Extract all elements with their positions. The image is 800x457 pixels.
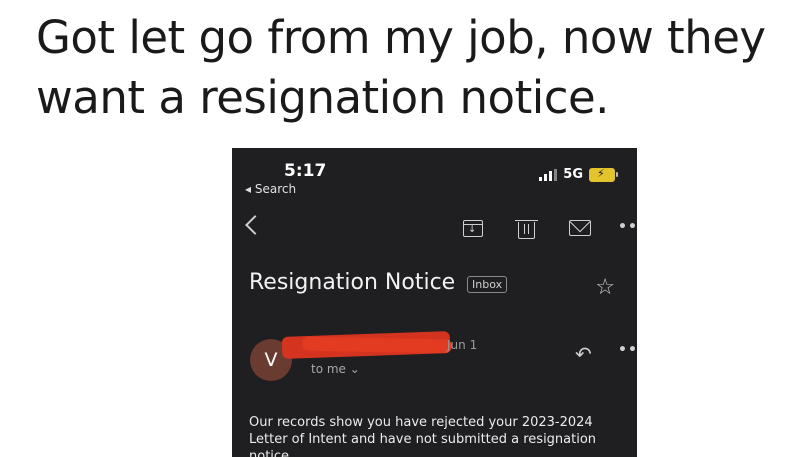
star-icon[interactable]: ☆ xyxy=(595,277,615,299)
post-title-line1: Got let go from my job, now they xyxy=(36,11,766,64)
email-subject: Resignation Notice xyxy=(249,270,456,295)
email-body: Our records show you have rejected your … xyxy=(249,415,597,457)
signal-icon xyxy=(539,168,558,181)
status-indicators: 5G ⚡ xyxy=(539,167,618,182)
post-title: Got let go from my job, now they want a … xyxy=(36,8,796,128)
battery-icon: ⚡ xyxy=(589,167,618,182)
archive-icon[interactable]: ↓ xyxy=(463,220,483,237)
trash-icon[interactable] xyxy=(515,220,538,239)
post-title-line2: want a resignation notice. xyxy=(36,71,609,124)
reply-icon[interactable]: ↶ xyxy=(575,344,592,364)
back-chevron-icon[interactable] xyxy=(245,215,265,235)
status-time: 5:17 xyxy=(284,161,327,181)
redaction-mark xyxy=(301,336,453,354)
more-icon[interactable]: ••• xyxy=(618,219,637,235)
network-type: 5G xyxy=(563,167,583,182)
email-date: Jun 1 xyxy=(447,338,478,352)
recipient-details-toggle[interactable]: to me ⌄ xyxy=(311,362,360,376)
phone-screenshot: 5:17 ◂ Search 5G ⚡ ↓ ••• Resignation Not… xyxy=(232,148,637,457)
mail-icon[interactable] xyxy=(569,220,591,236)
back-to-search-link[interactable]: ◂ Search xyxy=(245,182,296,196)
message-more-icon[interactable]: ••• xyxy=(618,342,637,358)
inbox-label[interactable]: Inbox xyxy=(467,276,508,293)
